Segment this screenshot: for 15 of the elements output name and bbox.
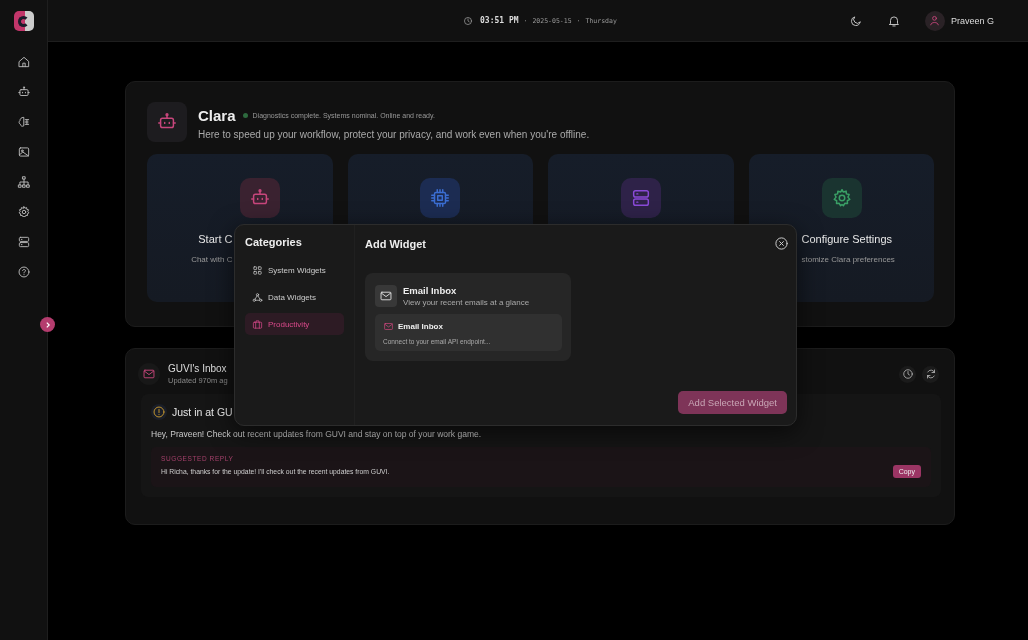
clock-time: 03:51 PM [480,16,519,25]
message-title: Just in at GU [172,406,233,418]
assistant-name: Clara [198,107,236,124]
widget-title: Email Inbox [403,285,458,296]
widget-description: View your recent emails at a glance [403,298,530,307]
card-title: Start C [198,233,233,245]
inbox-title: GUVI's Inbox [168,363,228,374]
card-title: Configure Settings [801,233,892,245]
card-subtitle: stomize Clara preferences [801,255,895,264]
assistant-tagline: Here to speed up your workflow, protect your privacy, and work even when you're offline. [198,129,590,140]
card-subtitle: Chat with C [191,255,233,264]
dialog-title: Add Widget [365,237,426,250]
message-text: Hey, Praveen! Check out recent updates from GUVI and stay on top of your work game. [151,429,483,439]
option-title: Email Inbox [398,322,443,331]
categories-title: Categories [245,236,303,248]
